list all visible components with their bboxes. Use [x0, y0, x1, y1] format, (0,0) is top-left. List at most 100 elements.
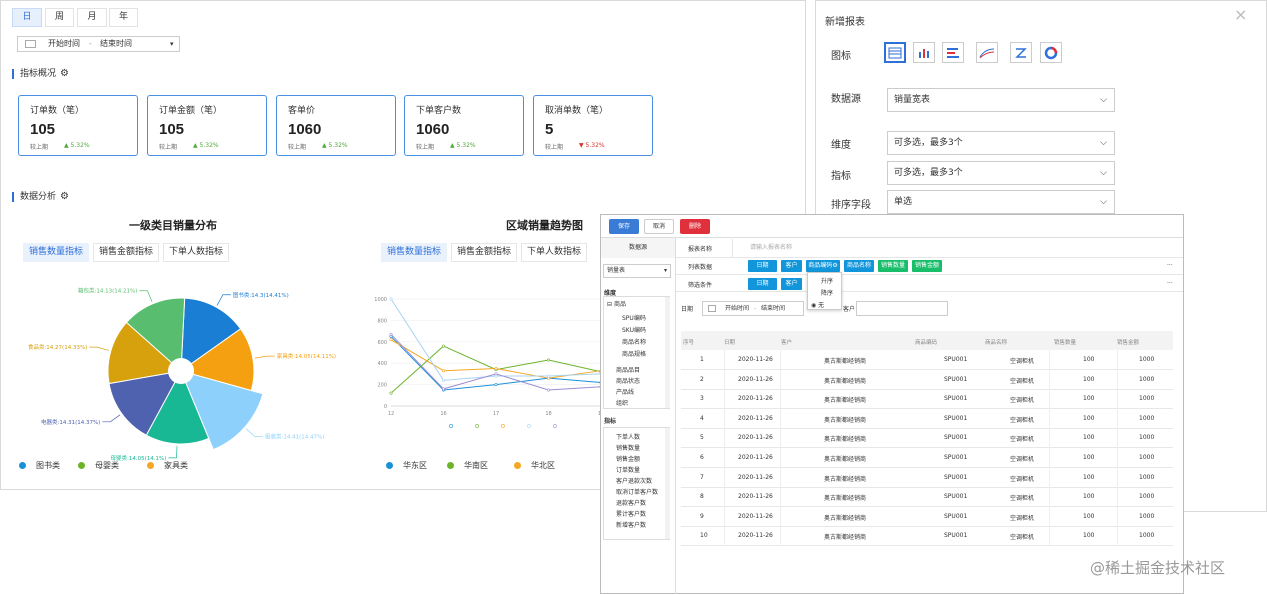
pie-leader-line [102, 414, 121, 423]
tree-item[interactable]: 产品线 [616, 387, 634, 396]
cancel-button[interactable]: 取消 [644, 219, 674, 234]
sort-option-asc[interactable]: 升序 [821, 276, 833, 285]
tree-item[interactable]: 组织 [616, 398, 628, 407]
field-chip[interactable]: 商品名称 [844, 260, 874, 272]
tree-item[interactable]: 商品规格 [622, 349, 646, 358]
data-point [442, 344, 446, 348]
kpi-value: 105 [159, 121, 185, 138]
report-name-label: 报表名称 [688, 246, 713, 253]
sort-option-desc[interactable]: 降序 [821, 288, 833, 297]
kpi-card-cancelled[interactable]: 取消单数（笔） 5 较上期 ▼ 5.32% [533, 95, 653, 156]
save-button[interactable]: 保存 [609, 219, 639, 234]
kpi-title: 订单金额（笔） [159, 106, 223, 116]
filter-chip[interactable]: 日期 [748, 278, 777, 290]
more-icon[interactable]: ... [1167, 278, 1173, 285]
scrollbar[interactable] [665, 297, 670, 408]
sort-option-none[interactable]: ◉ 无 [811, 300, 824, 309]
tree-item[interactable]: 订单数量 [616, 465, 640, 474]
tab-sales-amount[interactable]: 销售金额指标 [93, 243, 159, 262]
table-cell: 奥古斯都经销商 [824, 495, 867, 503]
table-icon[interactable] [884, 42, 906, 63]
filter-label: 筛选条件 [688, 282, 713, 289]
period-tab-month[interactable]: 月 [77, 8, 107, 27]
filter-date-range[interactable]: 开始时间 - 结束时间 [702, 301, 804, 316]
tree-item[interactable]: 销售金额 [616, 454, 640, 463]
sort-select[interactable]: 单选 ⌵ [887, 190, 1115, 214]
legend-item[interactable]: 母婴类 [78, 460, 119, 471]
bar-chart-icon[interactable] [913, 42, 935, 63]
pie-label: 电器类:14.31(14.37%) [41, 418, 100, 426]
legend-item[interactable]: 华南区 [447, 460, 488, 471]
source-label: 数据源 [831, 94, 861, 105]
tree-item[interactable]: 新增客户数 [616, 520, 646, 529]
tree-item[interactable]: 商品状态 [616, 376, 640, 385]
delete-button[interactable]: 删除 [680, 219, 710, 234]
kpi-card-orders[interactable]: 订单数（笔） 105 较上期 ▲ 5.32% [18, 95, 138, 156]
horizontal-bar-icon[interactable] [942, 42, 964, 63]
kpi-title: 客单价 [288, 106, 316, 116]
chart-type-label: 图标 [831, 51, 851, 62]
legend-dot [447, 462, 454, 469]
tree-item[interactable]: 取消订单客户数 [616, 487, 658, 496]
kpi-card-unit-price[interactable]: 客单价 1060 较上期 ▲ 5.32% [276, 95, 396, 156]
pie-leader-line [139, 290, 153, 302]
table-cell: 100 [1083, 454, 1095, 461]
period-tab-year[interactable]: 年 [109, 8, 138, 27]
period-tab-week[interactable]: 周 [45, 8, 74, 27]
kpi-card-customers[interactable]: 下单客户数 1060 较上期 ▲ 5.32% [404, 95, 524, 156]
tab-sales-amount[interactable]: 销售金额指标 [451, 243, 517, 262]
report-name-input[interactable]: 请输入报表名称 [732, 239, 1182, 257]
more-icon[interactable]: ... [1167, 260, 1173, 267]
legend-marker [475, 424, 479, 428]
field-chip[interactable]: 日期 [748, 260, 777, 272]
column-divider [1117, 350, 1118, 546]
filter-customer-input[interactable] [856, 301, 948, 316]
legend-item[interactable]: 华北区 [514, 460, 555, 471]
tab-sales-qty[interactable]: 销售数量指标 [381, 243, 447, 262]
tab-sales-qty[interactable]: 销售数量指标 [23, 243, 89, 262]
table-cell: 2020-11-26 [738, 532, 773, 540]
column-divider [780, 350, 781, 546]
source-select[interactable]: 销量表 ▾ [603, 264, 671, 278]
table-cell: 2020-11-26 [738, 473, 773, 481]
donut-chart-icon[interactable] [1040, 42, 1062, 63]
filter-chip[interactable]: 客户 [781, 278, 802, 290]
gear-icon[interactable]: ⚙ [60, 192, 69, 202]
table-cell: 100 [1083, 434, 1095, 442]
field-chip[interactable]: 销售金额 [912, 260, 942, 272]
scrollbar[interactable] [665, 428, 670, 539]
dimension-select[interactable]: 可多选，最多3个 ⌵ [887, 131, 1115, 155]
tree-item[interactable]: 客户退款次数 [616, 476, 652, 485]
tree-group[interactable]: ⊟ 商品 [607, 299, 626, 308]
kpi-card-amount[interactable]: 订单金额（笔） 105 较上期 ▲ 5.32% [147, 95, 267, 156]
legend-item[interactable]: 图书类 [19, 460, 60, 471]
tree-item[interactable]: 商品品目 [616, 365, 640, 374]
tree-item[interactable]: 商品名称 [622, 337, 646, 346]
area-chart-icon[interactable] [1010, 42, 1032, 63]
tree-item[interactable]: 销售数量 [616, 443, 640, 452]
kpi-value: 1060 [288, 121, 322, 138]
legend-item[interactable]: 家具类 [147, 460, 188, 471]
tree-item[interactable]: SKU编码 [622, 325, 646, 334]
line-chart-icon[interactable] [976, 42, 998, 63]
field-chip[interactable]: 销售数量 [878, 260, 908, 272]
tab-order-people[interactable]: 下单人数指标 [163, 243, 229, 262]
table-cell: 8 [700, 493, 704, 501]
close-icon[interactable]: × [1234, 5, 1247, 24]
chevron-down-icon: ⌵ [1100, 138, 1107, 148]
tree-item[interactable]: 累计客户数 [616, 509, 646, 518]
gear-icon[interactable]: ⚙ [60, 69, 69, 79]
pie-leader-line [245, 428, 264, 438]
legend-item[interactable]: 华东区 [386, 460, 427, 471]
tree-item[interactable]: SPU编码 [622, 313, 646, 322]
x-tick-label: 12 [388, 411, 394, 417]
field-chip-active[interactable]: 商品编码⚙ [806, 260, 840, 272]
source-select[interactable]: 销量宽表 ⌵ [887, 88, 1115, 112]
tree-item[interactable]: 退款客户数 [616, 498, 646, 507]
tree-item[interactable]: 下单人数 [616, 432, 640, 441]
field-chip[interactable]: 客户 [781, 260, 802, 272]
metric-select[interactable]: 可多选，最多3个 ⌵ [887, 161, 1115, 185]
date-range-picker[interactable]: 开始时间 - 结束时间 ▾ [17, 36, 180, 52]
tab-order-people[interactable]: 下单人数指标 [521, 243, 587, 262]
period-tab-day[interactable]: 日 [12, 8, 42, 27]
